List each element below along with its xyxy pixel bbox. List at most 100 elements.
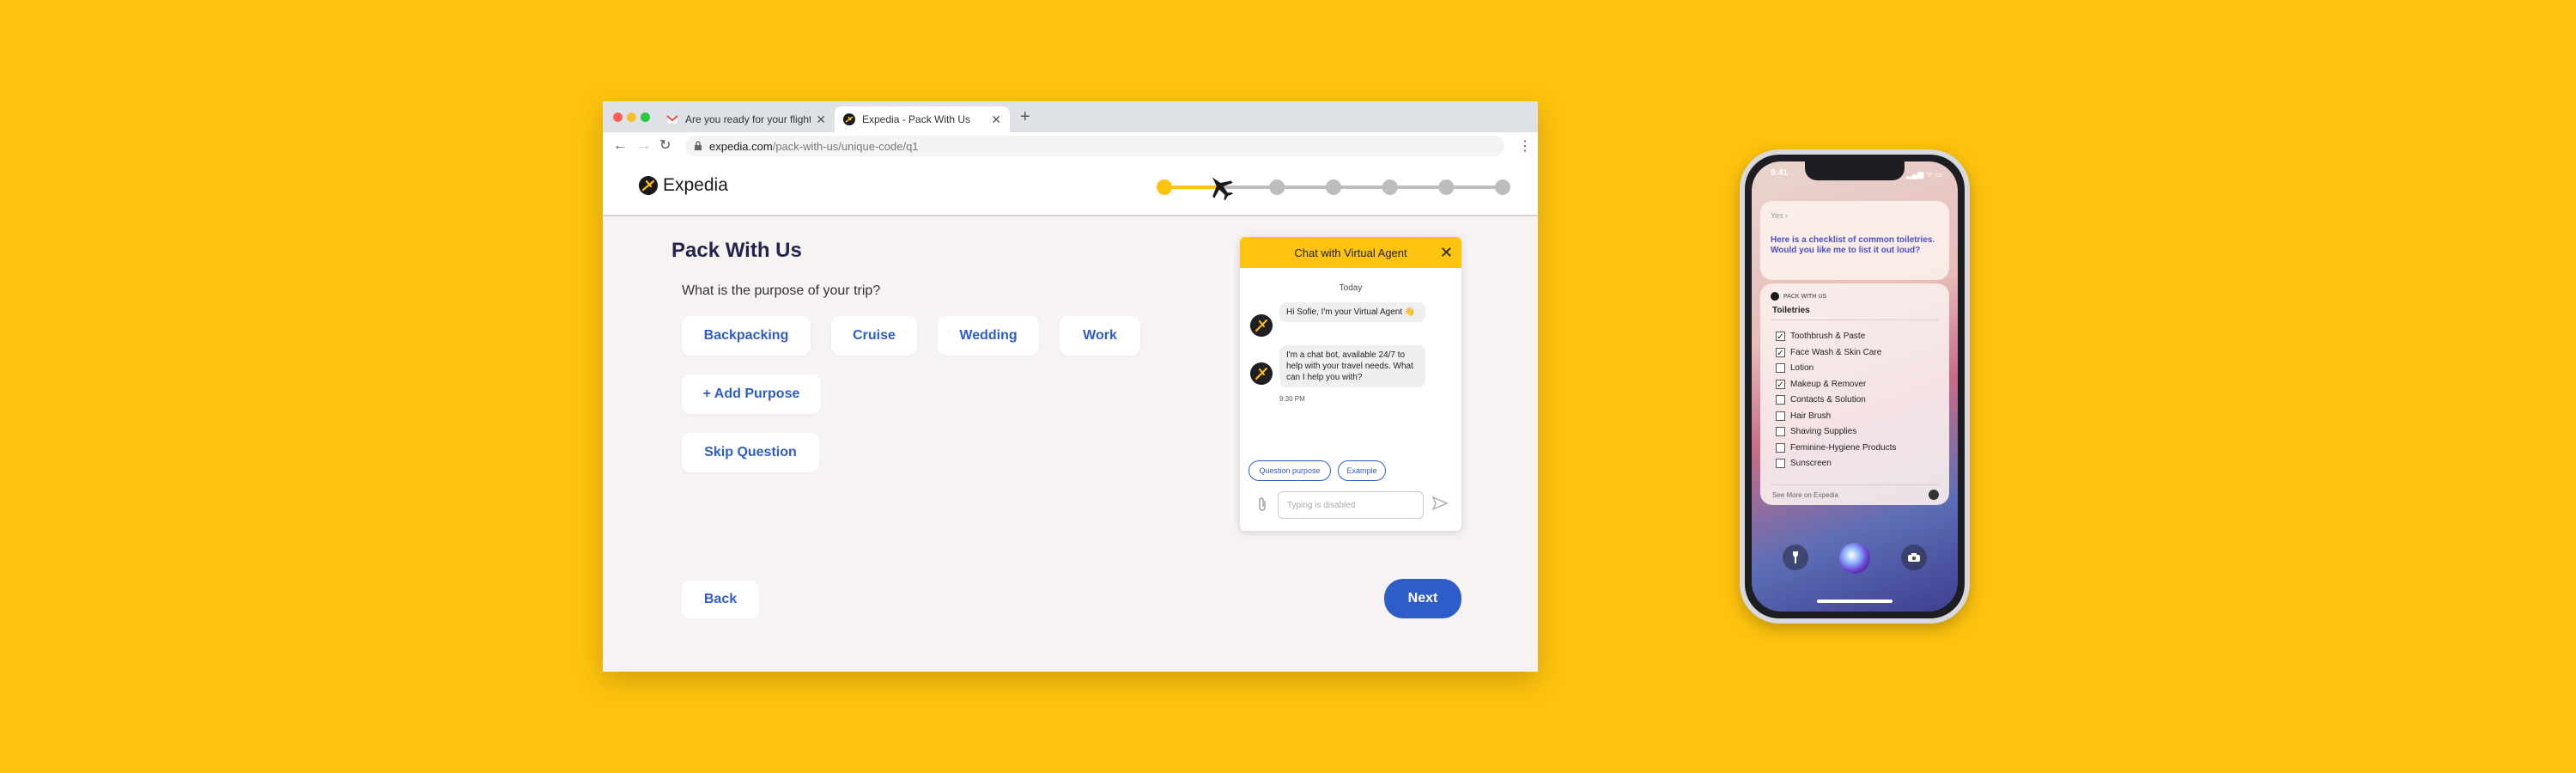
phone-mockup: 9:41 ▂▄▆ ᯤ ▭ Yes › Here is a checklist o… bbox=[1740, 149, 1970, 624]
tab-close-icon[interactable]: ✕ bbox=[991, 113, 1001, 127]
checklist-item-label: Feminine-Hygiene Products bbox=[1790, 442, 1897, 453]
toiletries-checklist-card: PACK WITH US Toiletries ✓ Toothbrush & Pa… bbox=[1760, 283, 1949, 505]
chat-header: Chat with Virtual Agent ✕ bbox=[1240, 237, 1461, 268]
siri-response-card: Yes › Here is a checklist of common toil… bbox=[1760, 201, 1949, 280]
maximize-window-icon[interactable] bbox=[641, 113, 650, 122]
option-work-button[interactable]: Work bbox=[1060, 316, 1140, 356]
checklist-item[interactable]: Shaving Supplies bbox=[1776, 427, 1856, 436]
expedia-logo[interactable]: Expedia bbox=[639, 175, 728, 196]
checkbox-empty-icon[interactable] bbox=[1776, 363, 1785, 373]
checklist-item[interactable]: ✓ Toothbrush & Paste bbox=[1776, 332, 1866, 342]
checkbox-checked-icon[interactable]: ✓ bbox=[1776, 332, 1785, 342]
new-tab-icon[interactable]: + bbox=[1020, 108, 1030, 125]
checklist-item-label: Lotion bbox=[1790, 363, 1814, 373]
checkbox-empty-icon[interactable] bbox=[1776, 427, 1785, 436]
back-arrow-icon[interactable]: ← bbox=[613, 137, 627, 155]
chat-title: Chat with Virtual Agent bbox=[1294, 246, 1407, 259]
checklist-item[interactable]: Feminine-Hygiene Products bbox=[1776, 442, 1897, 453]
option-wedding-button[interactable]: Wedding bbox=[938, 316, 1039, 356]
progress-step-dot bbox=[1438, 180, 1455, 195]
divider bbox=[1771, 484, 1939, 485]
checklist-item-label: Face Wash & Skin Care bbox=[1790, 347, 1882, 357]
progress-step-dot bbox=[1326, 180, 1341, 195]
checklist-title: Toiletries bbox=[1772, 306, 1810, 315]
chat-message: I'm a chat bot, available 24/7 to help w… bbox=[1279, 345, 1425, 387]
chat-day-label: Today bbox=[1339, 283, 1363, 293]
close-icon[interactable]: ✕ bbox=[1440, 244, 1453, 261]
option-backpacking-button[interactable]: Backpacking bbox=[682, 316, 811, 356]
reload-icon[interactable]: ↻ bbox=[659, 137, 671, 155]
forward-arrow-icon[interactable]: → bbox=[637, 137, 651, 155]
paperclip-icon[interactable] bbox=[1257, 496, 1267, 516]
checklist-item-label: Hair Brush bbox=[1790, 411, 1832, 421]
flashlight-icon[interactable] bbox=[1783, 545, 1808, 570]
browser-window: Are you ready for your flight? ✕ Expedia… bbox=[603, 101, 1538, 672]
phone-time: 9:41 bbox=[1771, 168, 1789, 178]
progress-stepper bbox=[1157, 177, 1510, 201]
camera-icon[interactable] bbox=[1901, 545, 1927, 570]
next-button[interactable]: Next bbox=[1384, 579, 1461, 618]
phone-notch bbox=[1805, 161, 1905, 180]
quick-reply-question-purpose[interactable]: Question purpose bbox=[1249, 460, 1331, 481]
expedia-logo-icon bbox=[639, 176, 658, 195]
address-bar-row: ← → ↻ expedia.com/pack-with-us/unique-co… bbox=[603, 132, 1538, 161]
see-more-link[interactable]: See More on Expedia bbox=[1772, 491, 1838, 499]
checkbox-empty-icon[interactable] bbox=[1776, 411, 1785, 421]
checkbox-checked-icon[interactable]: ✓ bbox=[1776, 379, 1785, 390]
checklist-item[interactable]: Hair Brush bbox=[1776, 411, 1831, 421]
url-path: /pack-with-us/unique-code/q1 bbox=[772, 139, 919, 153]
option-cruise-button[interactable]: Cruise bbox=[831, 316, 917, 356]
lock-icon bbox=[695, 141, 702, 150]
tab-close-icon[interactable]: ✕ bbox=[816, 113, 826, 127]
progress-step-dot bbox=[1495, 180, 1510, 195]
checkbox-checked-icon[interactable]: ✓ bbox=[1776, 347, 1785, 358]
home-indicator[interactable] bbox=[1817, 600, 1893, 603]
logo-text: Expedia bbox=[663, 175, 728, 195]
checkbox-empty-icon[interactable] bbox=[1776, 459, 1785, 468]
chat-message: Hi Sofie, I'm your Virtual Agent 👋 bbox=[1279, 302, 1425, 322]
send-icon[interactable] bbox=[1431, 496, 1449, 514]
phone-screen: 9:41 ▂▄▆ ᯤ ▭ Yes › Here is a checklist o… bbox=[1752, 161, 1958, 612]
url-field[interactable]: expedia.com/pack-with-us/unique-code/q1 bbox=[685, 136, 1504, 156]
virtual-agent-chat: Chat with Virtual Agent ✕ Today Hi Sofie… bbox=[1240, 237, 1461, 531]
minimize-window-icon[interactable] bbox=[627, 113, 636, 122]
add-purpose-button[interactable]: + Add Purpose bbox=[682, 374, 821, 414]
checklist-item-label: Toothbrush & Paste bbox=[1790, 332, 1866, 341]
phone-status-icons: ▂▄▆ ᯤ ▭ bbox=[1906, 170, 1942, 179]
tab-title: Expedia - Pack With Us bbox=[862, 113, 971, 125]
phone-bezel: 9:41 ▂▄▆ ᯤ ▭ Yes › Here is a checklist o… bbox=[1745, 155, 1965, 618]
page-title: Pack With Us bbox=[671, 239, 802, 262]
checklist-item-label: Makeup & Remover bbox=[1790, 379, 1867, 389]
siri-user-utterance: Yes › bbox=[1771, 211, 1789, 220]
close-window-icon[interactable] bbox=[613, 113, 623, 122]
quick-reply-example[interactable]: Example bbox=[1338, 460, 1386, 481]
site-header: Expedia bbox=[603, 160, 1538, 216]
chat-message-input[interactable]: Typing is disabled bbox=[1278, 491, 1424, 519]
tab-gmail[interactable]: Are you ready for your flight? ✕ bbox=[658, 107, 835, 132]
checklist-item[interactable]: Contacts & Solution bbox=[1776, 395, 1866, 405]
gmail-icon bbox=[666, 115, 678, 125]
kebab-menu-icon[interactable]: ⋮ bbox=[1518, 137, 1532, 155]
tab-title: Are you ready for your flight? bbox=[685, 113, 811, 125]
checklist-item[interactable]: ✓ Makeup & Remover bbox=[1776, 379, 1867, 390]
agent-avatar-icon bbox=[1250, 362, 1273, 385]
question-text: What is the purpose of your trip? bbox=[682, 283, 881, 298]
agent-avatar-icon bbox=[1250, 314, 1273, 337]
browser-tab-bar: Are you ready for your flight? ✕ Expedia… bbox=[603, 101, 1538, 132]
tab-expedia[interactable]: Expedia - Pack With Us ✕ bbox=[835, 107, 1010, 132]
checklist-item[interactable]: Lotion bbox=[1776, 363, 1814, 373]
skip-question-button[interactable]: Skip Question bbox=[682, 433, 819, 472]
progress-step-dot bbox=[1157, 180, 1172, 195]
checklist-item[interactable]: Sunscreen bbox=[1776, 459, 1832, 468]
checklist-item-label: Sunscreen bbox=[1790, 459, 1832, 468]
checkbox-empty-icon[interactable] bbox=[1776, 395, 1785, 405]
checklist-item-label: Shaving Supplies bbox=[1790, 427, 1857, 436]
expedia-icon bbox=[843, 113, 855, 125]
siri-response-text: Here is a checklist of common toiletries… bbox=[1771, 235, 1935, 255]
expedia-mini-icon bbox=[1771, 292, 1779, 301]
app-label: PACK WITH US bbox=[1771, 292, 1826, 301]
siri-orb-icon[interactable] bbox=[1839, 543, 1870, 574]
back-button[interactable]: Back bbox=[682, 581, 759, 618]
checklist-item[interactable]: ✓ Face Wash & Skin Care bbox=[1776, 347, 1882, 358]
checkbox-empty-icon[interactable] bbox=[1776, 442, 1785, 453]
